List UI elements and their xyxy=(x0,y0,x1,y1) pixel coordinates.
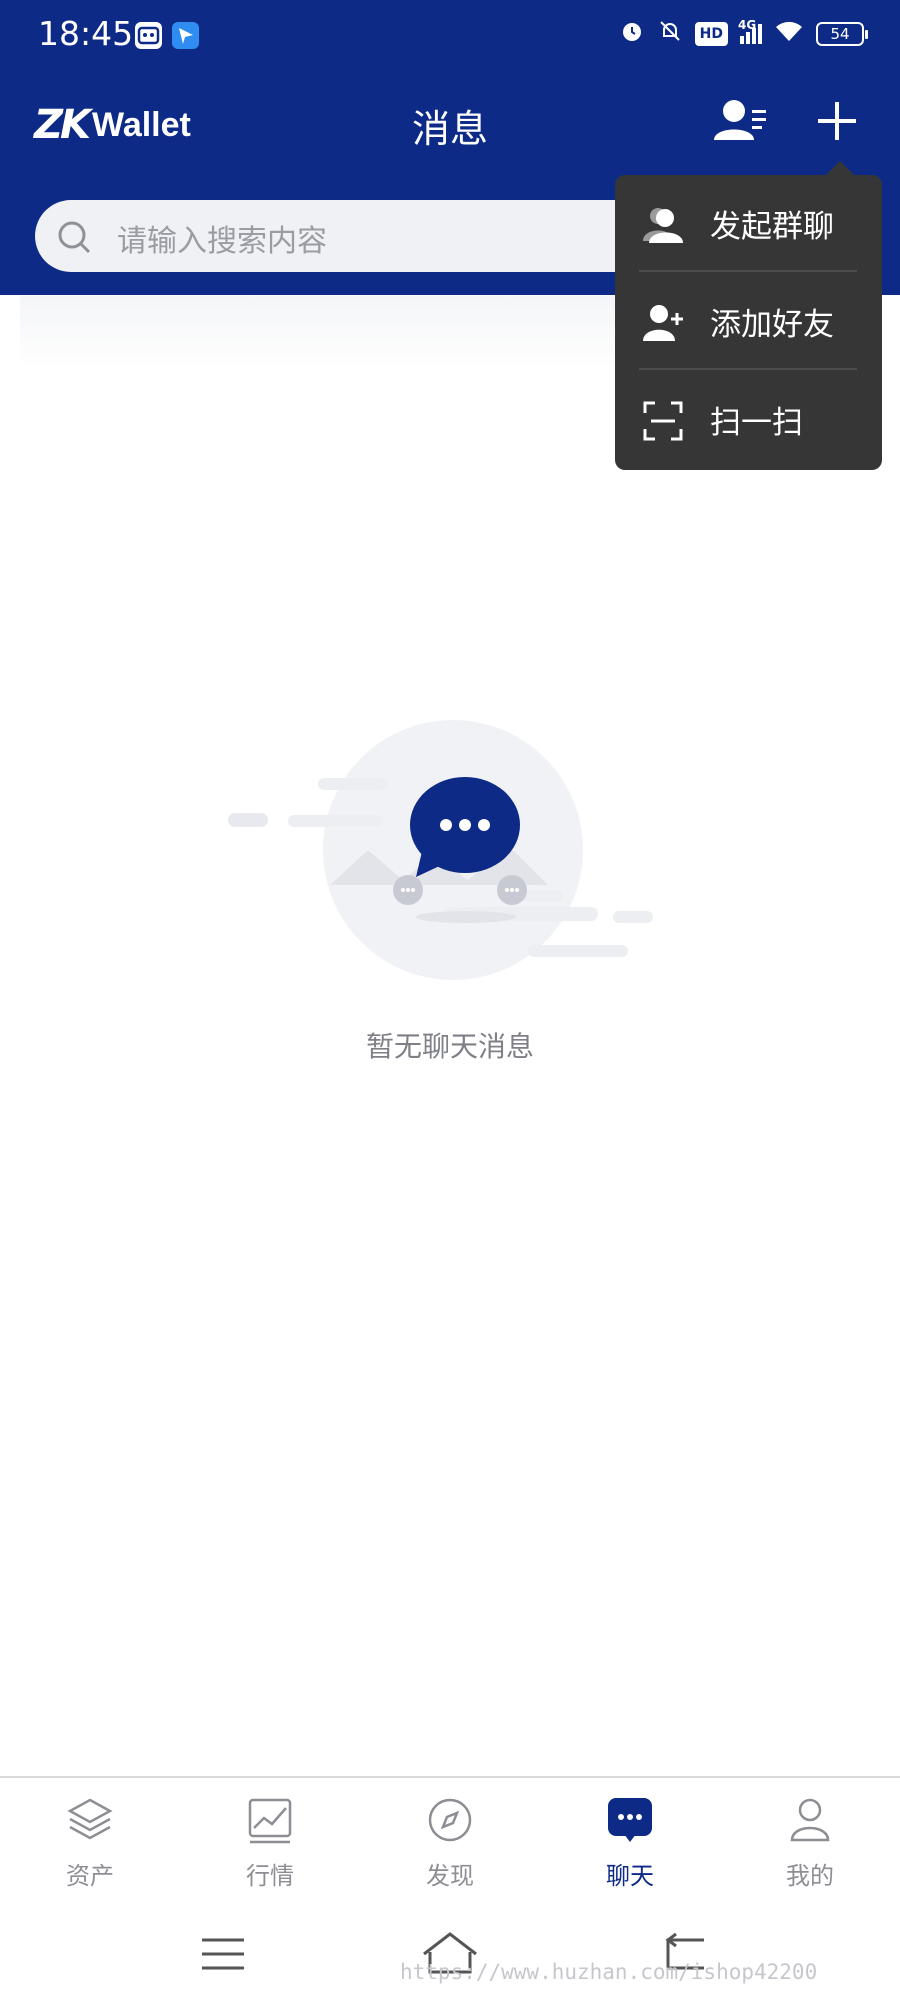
profile-icon xyxy=(790,1798,830,1842)
popup-menu: 发起群聊 添加好友 扫一扫 xyxy=(615,161,882,470)
watermark-text: https://www.huzhan.com/ishop42200 xyxy=(400,1960,818,1984)
signal-icon: 4G xyxy=(738,18,762,44)
system-nav-bar xyxy=(0,1906,900,2007)
chat-bubble-icon xyxy=(608,1798,652,1842)
tab-market[interactable]: 行情 xyxy=(210,1796,330,1906)
tab-label: 行情 xyxy=(246,1862,294,1890)
tab-profile[interactable]: 我的 xyxy=(750,1796,870,1906)
alarm-icon xyxy=(619,18,645,49)
hd-badge: HD xyxy=(694,21,728,46)
group-chat-icon xyxy=(643,208,683,243)
status-time: 18:45 xyxy=(38,14,134,53)
trend-chart-icon xyxy=(248,1798,292,1844)
status-bar: 18:45 HD 4G 54 xyxy=(0,0,900,72)
tab-label: 资产 xyxy=(66,1862,114,1890)
compass-icon xyxy=(428,1798,472,1842)
tab-discover[interactable]: 发现 xyxy=(390,1796,510,1906)
mute-bell-icon xyxy=(657,18,683,49)
menu-icon[interactable] xyxy=(200,1934,246,1974)
tab-chat[interactable]: 聊天 xyxy=(570,1796,690,1906)
menu-item-label: 发起群聊 xyxy=(710,209,834,245)
top-bar: ZK Wallet 消息 xyxy=(0,80,900,170)
menu-item-label: 添加好友 xyxy=(710,307,834,343)
tab-label: 聊天 xyxy=(606,1862,654,1890)
notification-app-icon-2 xyxy=(172,22,199,49)
bottom-tab-bar: 资产 行情 发现 聊天 我的 xyxy=(0,1776,900,1906)
network-type: 4G xyxy=(738,17,757,32)
menu-item-group-chat[interactable]: 发起群聊 xyxy=(615,175,882,273)
layers-icon xyxy=(67,1798,113,1840)
tab-label: 发现 xyxy=(426,1862,474,1890)
empty-chat-illustration xyxy=(228,720,653,980)
add-menu-button[interactable] xyxy=(812,94,862,150)
search-placeholder: 请输入搜索内容 xyxy=(117,224,327,259)
contacts-icon xyxy=(714,100,766,140)
battery-icon: 54 xyxy=(816,21,868,46)
tab-assets[interactable]: 资产 xyxy=(30,1796,150,1906)
add-friend-icon xyxy=(643,305,683,341)
search-icon xyxy=(58,221,91,254)
plus-icon xyxy=(818,102,856,140)
menu-item-add-friend[interactable]: 添加好友 xyxy=(615,273,882,371)
empty-state-text: 暂无聊天消息 xyxy=(365,1030,534,1063)
menu-item-scan[interactable]: 扫一扫 xyxy=(615,371,882,469)
contacts-button[interactable] xyxy=(712,94,772,150)
wifi-icon xyxy=(774,19,804,48)
scan-icon xyxy=(643,401,683,441)
tab-label: 我的 xyxy=(786,1862,834,1890)
menu-divider xyxy=(639,270,857,272)
menu-divider xyxy=(639,368,857,370)
notification-app-icon xyxy=(135,22,162,49)
menu-item-label: 扫一扫 xyxy=(710,405,803,441)
